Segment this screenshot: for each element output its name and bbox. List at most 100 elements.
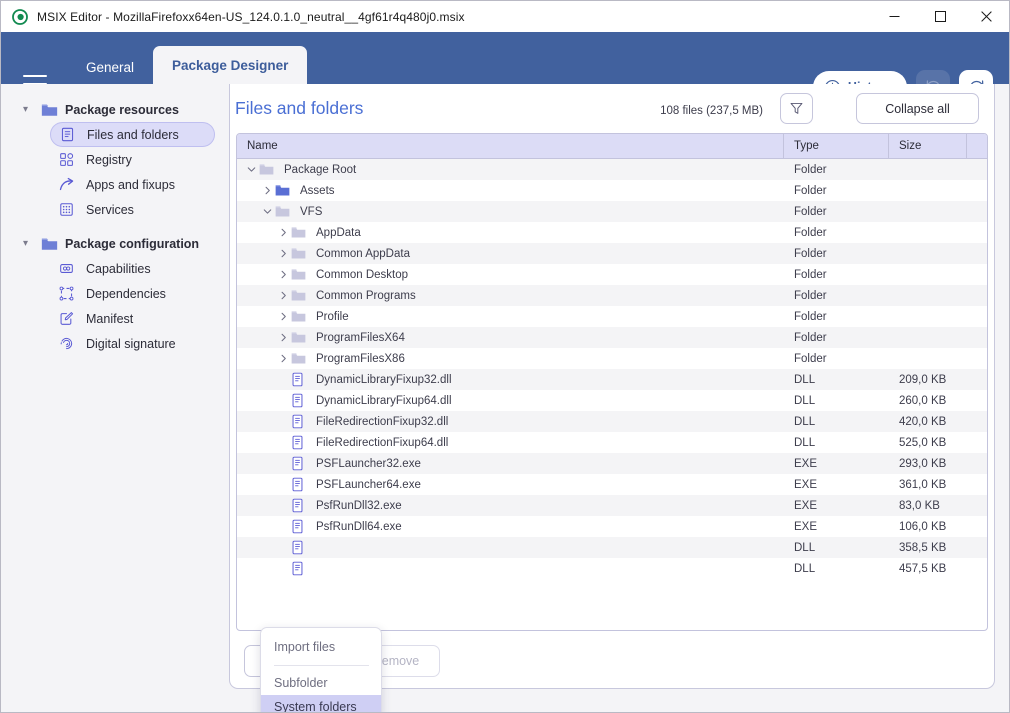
menu-item-subfolder[interactable]: Subfolder [261, 671, 381, 695]
msix-editor-logo-icon [12, 8, 28, 25]
row-name-label: DynamicLibraryFixup32.dll [316, 373, 452, 386]
cell-size: 209,0 KB [899, 373, 947, 386]
twisty-placeholder [275, 414, 291, 430]
cell-name: ProgramFilesX64 [237, 330, 784, 346]
sidebar-item-files-and-folders[interactable]: Files and folders [50, 122, 215, 147]
cell-type: Folder [794, 205, 827, 218]
folder-icon [291, 268, 309, 281]
cell-name: Package Root [237, 162, 784, 178]
cell-type: Folder [794, 352, 827, 365]
sidebar-item-dependencies[interactable]: Dependencies [50, 281, 215, 306]
sidebar-item-label: Apps and fixups [86, 177, 175, 192]
table-row[interactable]: Assets Folder [237, 180, 987, 201]
table-row[interactable]: PsfRunDll32.exe EXE 83,0 KB [237, 495, 987, 516]
document-icon [60, 127, 78, 142]
chevron-right-icon[interactable] [275, 351, 291, 367]
twisty-placeholder [275, 561, 291, 577]
table-row[interactable]: ProgramFilesX86 Folder [237, 348, 987, 369]
table-row[interactable]: AppData Folder [237, 222, 987, 243]
cell-name: FileRedirectionFixup64.dll [237, 435, 784, 451]
twisty-placeholder [275, 393, 291, 409]
sidebar-group-package-configuration[interactable]: ▾ Package configuration [1, 231, 229, 256]
sidebar-group-package-resources[interactable]: ▾ Package resources [1, 97, 229, 122]
twisty-placeholder [275, 477, 291, 493]
window-controls [871, 1, 1009, 32]
table-row[interactable]: PsfRunDll64.exe EXE 106,0 KB [237, 516, 987, 537]
chevron-right-icon[interactable] [275, 225, 291, 241]
cell-name [237, 561, 784, 577]
ribbon-bar: General Package Designer History [1, 32, 1009, 104]
table-row[interactable]: Common Desktop Folder [237, 264, 987, 285]
tab-general[interactable]: General [67, 51, 153, 84]
tab-package-designer[interactable]: Package Designer [153, 46, 308, 84]
cell-type: EXE [794, 457, 818, 470]
column-header-size[interactable]: Size [889, 134, 967, 158]
sidebar-item-registry[interactable]: Registry [50, 147, 215, 172]
sidebar-group-label: Package configuration [65, 236, 200, 251]
row-name-label: ProgramFilesX86 [316, 352, 405, 365]
column-header-name[interactable]: Name [237, 134, 784, 158]
table-row[interactable]: DynamicLibraryFixup64.dll DLL 260,0 KB [237, 390, 987, 411]
cell-type: EXE [794, 520, 818, 533]
maximize-button[interactable] [917, 1, 963, 32]
cell-size: 525,0 KB [899, 436, 947, 449]
file-icon [291, 435, 309, 450]
content-area: ▾ Package resources Files and folders Re… [1, 84, 1009, 712]
chevron-down-icon[interactable] [259, 204, 275, 220]
sidebar-item-digital-signature[interactable]: Digital signature [50, 331, 215, 356]
chevron-right-icon[interactable] [275, 330, 291, 346]
sidebar-item-label: Capabilities [86, 261, 151, 276]
cell-size: 260,0 KB [899, 394, 947, 407]
chevron-right-icon[interactable] [275, 246, 291, 262]
menu-item-system-folders[interactable]: System folders [261, 695, 381, 712]
sidebar-item-apps-and-fixups[interactable]: Apps and fixups [50, 172, 215, 197]
chevron-right-icon[interactable] [275, 309, 291, 325]
sidebar-item-label: Services [86, 202, 134, 217]
table-row[interactable]: Common Programs Folder [237, 285, 987, 306]
panel-header: Files and folders 108 files (237,5 MB) C… [230, 84, 994, 133]
column-header-type[interactable]: Type [784, 134, 889, 158]
sidebar: ▾ Package resources Files and folders Re… [1, 84, 229, 712]
chevron-down-icon: ▾ [23, 103, 29, 115]
sidebar-item-services[interactable]: Services [50, 197, 215, 222]
row-name-label: FileRedirectionFixup64.dll [316, 436, 449, 449]
table-row[interactable]: PSFLauncher32.exe EXE 293,0 KB [237, 453, 987, 474]
sidebar-item-manifest[interactable]: Manifest [50, 306, 215, 331]
cell-name: Assets [237, 183, 784, 199]
chevron-right-icon[interactable] [259, 183, 275, 199]
arrow-curve-icon [59, 177, 77, 193]
table-row[interactable]: FileRedirectionFixup64.dll DLL 525,0 KB [237, 432, 987, 453]
table-row[interactable]: DynamicLibraryFixup32.dll DLL 209,0 KB [237, 369, 987, 390]
table-row[interactable]: Package Root Folder [237, 159, 987, 180]
file-icon [291, 498, 309, 513]
cell-type: DLL [794, 394, 816, 407]
table-row[interactable]: Profile Folder [237, 306, 987, 327]
table-row[interactable]: ProgramFilesX64 Folder [237, 327, 987, 348]
chevron-right-icon[interactable] [275, 288, 291, 304]
collapse-all-button[interactable]: Collapse all [856, 93, 979, 124]
folder-blue-icon [275, 184, 293, 197]
close-button[interactable] [963, 1, 1009, 32]
folder-icon [291, 310, 309, 323]
cell-name: AppData [237, 225, 784, 241]
twisty-placeholder [275, 456, 291, 472]
table-row[interactable]: DLL 358,5 KB [237, 537, 987, 558]
table-row[interactable]: DLL 457,5 KB [237, 558, 987, 579]
table-row[interactable]: Common AppData Folder [237, 243, 987, 264]
chevron-right-icon[interactable] [275, 267, 291, 283]
file-icon [291, 393, 309, 408]
folder-icon [291, 352, 309, 365]
table-row[interactable]: PSFLauncher64.exe EXE 361,0 KB [237, 474, 987, 495]
chevron-down-icon[interactable] [243, 162, 259, 178]
sidebar-item-capabilities[interactable]: Capabilities [50, 256, 215, 281]
table-row[interactable]: FileRedirectionFixup32.dll DLL 420,0 KB [237, 411, 987, 432]
cell-size: 457,5 KB [899, 562, 947, 575]
chevron-down-icon: ▾ [23, 237, 29, 249]
filter-button[interactable] [780, 93, 813, 124]
table-row[interactable]: VFS Folder [237, 201, 987, 222]
sidebar-item-label: Dependencies [86, 286, 166, 301]
menu-item-import-files[interactable]: Import files [261, 635, 381, 659]
minimize-button[interactable] [871, 1, 917, 32]
sidebar-item-label: Digital signature [86, 336, 176, 351]
cell-name: DynamicLibraryFixup64.dll [237, 393, 784, 409]
